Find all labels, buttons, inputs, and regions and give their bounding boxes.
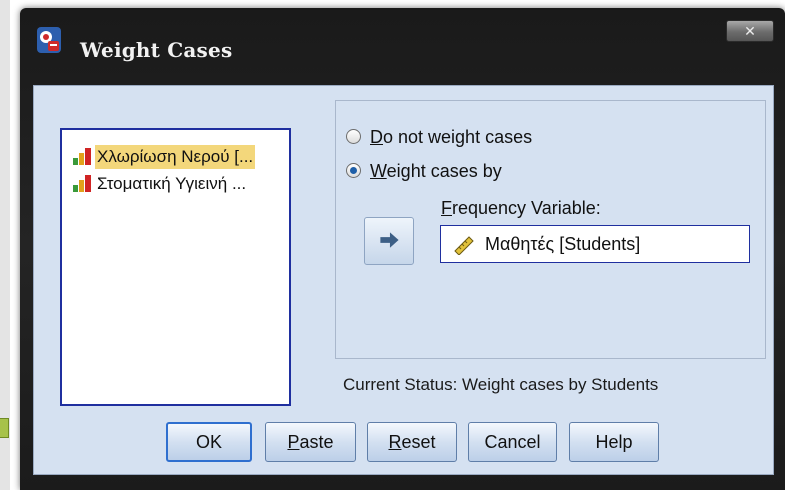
scale-ruler-icon <box>454 236 474 255</box>
background-edge-marker <box>0 418 9 438</box>
close-button[interactable]: ✕ <box>726 20 774 42</box>
variable-label: Στοματική Υγιεινή ... <box>97 174 247 193</box>
frequency-variable-label: Frequency Variable: <box>441 198 601 218</box>
weight-options-panel: Do not weight cases Weight cases by Freq… <box>335 100 766 359</box>
weight-cases-by-label: Weight cases by <box>370 161 502 181</box>
do-not-weight-radio[interactable] <box>346 129 361 144</box>
frequency-variable-value: Μαθητές [Students] <box>485 234 641 254</box>
paste-button[interactable]: Paste <box>265 422 356 462</box>
do-not-weight-label: Do not weight cases <box>370 127 533 147</box>
current-status-text: Current Status: Weight cases by Students <box>343 375 659 394</box>
help-button[interactable]: Help <box>569 422 659 462</box>
move-right-arrow-icon <box>380 232 399 248</box>
ok-button[interactable]: OK <box>166 422 252 462</box>
cancel-button[interactable]: Cancel <box>468 422 557 462</box>
title-bar[interactable]: Weight Cases ✕ <box>20 8 785 85</box>
move-variable-button[interactable] <box>364 217 414 265</box>
variable-list-item[interactable]: Στοματική Υγιεινή ... <box>72 171 289 197</box>
frequency-variable-field[interactable]: Μαθητές [Students] <box>440 225 750 263</box>
weight-cases-dialog: Weight Cases ✕ Χλωρίωση Νερού [... Στομα… <box>20 8 785 490</box>
source-variable-list[interactable]: Χλωρίωση Νερού [... Στοματική Υγιεινή ..… <box>60 128 291 406</box>
spss-app-icon <box>37 27 61 53</box>
dialog-title: Weight Cases <box>80 38 233 62</box>
variable-list-item[interactable]: Χλωρίωση Νερού [... <box>72 144 289 170</box>
reset-button[interactable]: Reset <box>367 422 457 462</box>
background-strip <box>0 0 10 490</box>
weight-cases-by-radio[interactable] <box>346 163 361 178</box>
close-icon: ✕ <box>744 23 756 39</box>
nominal-bar-chart-icon <box>73 175 91 192</box>
dialog-body: Χλωρίωση Νερού [... Στοματική Υγιεινή ..… <box>33 85 774 475</box>
nominal-bar-chart-icon <box>73 148 91 165</box>
variable-label: Χλωρίωση Νερού [... <box>95 145 256 169</box>
